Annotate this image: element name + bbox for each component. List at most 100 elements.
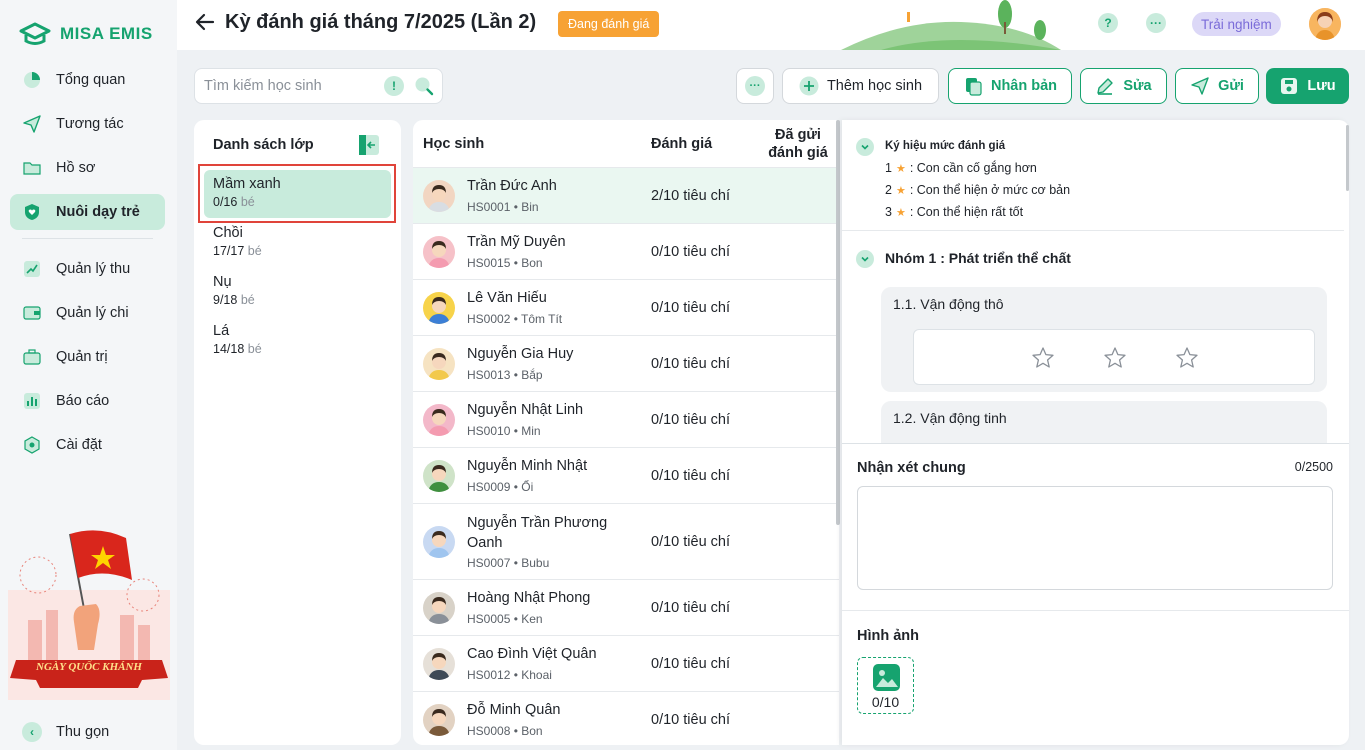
criterion-title: 1.2. Vận động tinh xyxy=(893,410,1007,426)
divider xyxy=(842,610,1349,611)
comment-textarea[interactable] xyxy=(857,486,1333,590)
sidebar-item-label: Báo cáo xyxy=(56,393,110,409)
sidebar-item-records[interactable]: Hồ sơ xyxy=(10,150,165,186)
gear-icon xyxy=(22,435,42,455)
class-count: 0/16 bé xyxy=(213,195,255,209)
image-icon xyxy=(873,664,900,691)
pie-chart-icon xyxy=(22,70,42,90)
evaluation-progress: 0/10 tiêu chí xyxy=(651,599,730,616)
criteria-group-title: Nhóm 1 : Phát triển thể chất xyxy=(885,250,1071,266)
more-horizontal-icon: ··· xyxy=(745,76,765,96)
sidebar-item-overview[interactable]: Tổng quan xyxy=(10,62,165,98)
search-input[interactable] xyxy=(204,78,374,94)
table-row[interactable]: Hoàng Nhật Phong HS0005 • Ken 0/10 tiêu ch… xyxy=(413,580,839,636)
chevron-down-icon[interactable] xyxy=(856,138,874,156)
collapse-sidebar-button[interactable]: ‹ Thu gọn xyxy=(22,722,109,742)
table-row[interactable]: Nguyễn Minh Nhật HS0009 • Ổi 0/10 tiêu chí xyxy=(413,448,839,504)
star-rating-3-icon[interactable] xyxy=(1175,346,1199,370)
table-row[interactable]: Trần Đức Anh HS0001 • Bin 2/10 tiêu chí xyxy=(413,168,839,224)
search-icon[interactable] xyxy=(414,76,434,96)
star-rating xyxy=(913,329,1315,385)
sidebar-item-interaction[interactable]: Tương tác xyxy=(10,106,165,142)
evaluation-progress: 0/10 tiêu chí xyxy=(651,533,730,550)
star-rating-1-icon[interactable] xyxy=(1031,346,1055,370)
sidebar-item-admin[interactable]: Quản trị xyxy=(10,339,165,375)
pencil-icon xyxy=(1095,76,1115,96)
divider xyxy=(842,443,1349,444)
sidebar-item-childcare[interactable]: Nuôi dạy trẻ xyxy=(10,194,165,230)
rating-legend-title: Ký hiệu mức đánh giá xyxy=(885,140,1006,152)
info-icon[interactable]: ! xyxy=(384,76,404,96)
student-avatar xyxy=(423,292,455,324)
student-code: HS0009 • Ổi xyxy=(467,480,534,494)
student-avatar xyxy=(423,460,455,492)
more-actions-button[interactable]: ··· xyxy=(736,68,774,104)
sidebar-item-label: Tương tác xyxy=(56,116,124,132)
collapse-panel-icon[interactable] xyxy=(358,134,380,156)
student-code: HS0013 • Bắp xyxy=(467,368,543,382)
table-row[interactable]: Lê Văn Hiếu HS0002 • Tôm Tít 0/10 tiêu chí xyxy=(413,280,839,336)
table-row[interactable]: Nguyễn Gia Huy HS0013 • Bắp 0/10 tiêu chí xyxy=(413,336,839,392)
sidebar-divider xyxy=(22,238,153,239)
add-student-button[interactable]: Thêm học sinh xyxy=(782,68,939,104)
sidebar-item-reports[interactable]: Báo cáo xyxy=(10,383,165,419)
edit-button[interactable]: Sửa xyxy=(1080,68,1167,104)
save-button[interactable]: Lưu xyxy=(1266,68,1349,104)
duplicate-button[interactable]: Nhân bản xyxy=(948,68,1072,104)
sidebar-item-revenue[interactable]: Quản lý thu xyxy=(10,251,165,287)
send-button[interactable]: Gửi xyxy=(1175,68,1259,104)
heart-shield-icon xyxy=(22,202,42,222)
duplicate-label: Nhân bản xyxy=(990,78,1058,94)
table-row[interactable]: Trần Mỹ Duyên HS0015 • Bon 0/10 tiêu chí xyxy=(413,224,839,280)
student-table: Học sinh Đánh giá Đã gửi đánh giá Trần Đ… xyxy=(413,120,839,745)
class-item[interactable]: Mầm xanh 0/16 bé xyxy=(204,170,391,218)
image-count: 0/10 xyxy=(871,694,900,710)
student-name: Đỗ Minh Quân xyxy=(467,702,561,718)
class-item[interactable]: Chồi 17/17 bé xyxy=(204,219,391,267)
copy-icon xyxy=(963,76,983,96)
sidebar-item-label: Tổng quan xyxy=(56,72,126,88)
class-item[interactable]: Nụ 9/18 bé xyxy=(204,268,391,316)
back-arrow-icon[interactable] xyxy=(195,12,215,38)
student-avatar xyxy=(423,404,455,436)
student-code: HS0007 • Bubu xyxy=(467,556,550,570)
table-row[interactable]: Cao Đình Việt Quân HS0012 • Khoai 0/10 tiê… xyxy=(413,636,839,692)
trial-badge[interactable]: Trải nghiệm xyxy=(1192,12,1281,36)
student-avatar xyxy=(423,348,455,380)
table-row[interactable]: Nguyễn Trần Phương Oanh HS0007 • Bubu 0/10… xyxy=(413,504,839,580)
class-count: 14/18 bé xyxy=(213,342,262,356)
sidebar-item-label: Cài đặt xyxy=(56,437,102,453)
student-code: HS0001 • Bin xyxy=(467,200,539,214)
star-rating-2-icon[interactable] xyxy=(1103,346,1127,370)
table-scrollbar[interactable] xyxy=(836,120,840,525)
panel-scrollbar[interactable] xyxy=(1346,125,1349,191)
student-name: Hoàng Nhật Phong xyxy=(467,590,591,606)
student-name: Trần Mỹ Duyên xyxy=(467,234,566,250)
wallet-icon xyxy=(22,303,42,323)
plus-icon xyxy=(799,76,819,96)
star-icon: ★ xyxy=(895,206,906,219)
sidebar-item-settings[interactable]: Cài đặt xyxy=(10,427,165,463)
table-row[interactable]: Đỗ Minh Quân HS0008 • Bon 0/10 tiêu chí xyxy=(413,692,839,745)
send-label: Gửi xyxy=(1218,78,1244,94)
student-name: Nguyễn Nhật Linh xyxy=(467,402,584,418)
user-avatar[interactable] xyxy=(1309,8,1341,40)
chevron-down-icon[interactable] xyxy=(856,250,874,268)
brand-logo[interactable]: MISA EMIS xyxy=(18,20,153,48)
sidebar-item-label: Nuôi dạy trẻ xyxy=(56,204,140,220)
student-code: HS0015 • Bon xyxy=(467,256,543,270)
class-name: Mầm xanh xyxy=(213,176,281,192)
class-item[interactable]: Lá 14/18 bé xyxy=(204,317,391,365)
student-name: Nguyễn Minh Nhật xyxy=(467,458,588,474)
sidebar-item-expense[interactable]: Quản lý chi xyxy=(10,295,165,331)
legend-row: 1 ★: Con cần cố gắng hơn xyxy=(885,161,1037,175)
table-row[interactable]: Nguyễn Nhật Linh HS0010 • Min 0/10 tiêu ch… xyxy=(413,392,839,448)
class-name: Nụ xyxy=(213,274,232,290)
more-options-icon[interactable]: ··· xyxy=(1146,13,1166,33)
class-name: Chồi xyxy=(213,225,243,241)
image-upload-button[interactable]: 0/10 xyxy=(857,657,914,714)
student-code: HS0008 • Bon xyxy=(467,724,543,738)
image-label: Hình ảnh xyxy=(857,628,920,644)
help-icon[interactable]: ? xyxy=(1098,13,1118,33)
hill-illustration xyxy=(841,0,1061,50)
